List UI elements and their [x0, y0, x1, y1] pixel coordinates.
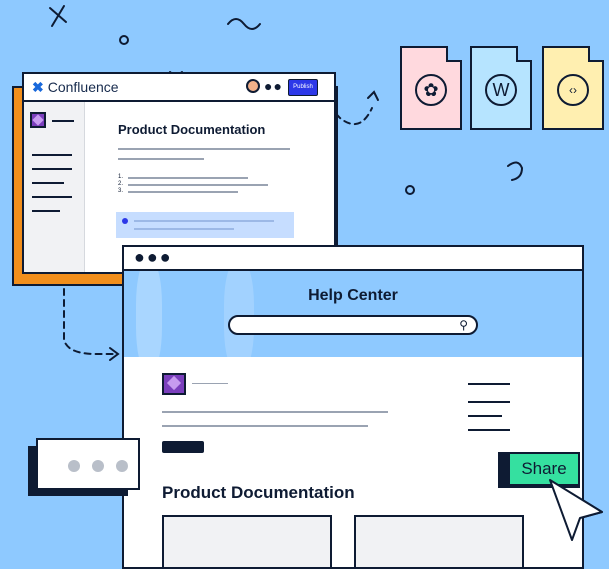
typing-dot-icon: [116, 460, 128, 472]
list-line: [128, 191, 238, 193]
publish-button[interactable]: Publish: [288, 79, 318, 96]
sidebar-line: [32, 196, 72, 198]
text-line: [118, 158, 204, 160]
circle-doodle-2: [405, 185, 415, 195]
cross-doodle: [49, 5, 67, 27]
doc-section-title: Product Documentation: [162, 483, 355, 502]
confluence-logo-icon: ✖: [32, 79, 44, 95]
confluence-topbar: ✖ Confluence ●● Publish: [24, 74, 334, 102]
help-center-topbar: ●●●: [124, 247, 582, 271]
arc-doodle: [507, 161, 524, 181]
menu-line: [468, 383, 510, 385]
pdf-badge-icon: ✿: [415, 74, 447, 106]
code-badge-icon: ‹›: [557, 74, 589, 106]
help-center-hero: Help Center ⚲: [124, 271, 582, 357]
code-file-icon: ‹›: [542, 46, 604, 130]
window-dots-icon: ●●●: [134, 247, 173, 267]
confluence-brand: ✖ Confluence: [32, 79, 119, 96]
page-title: Product Documentation: [118, 122, 266, 137]
connector-arrow-head: [367, 90, 379, 101]
circle-doodle-1: [119, 35, 129, 45]
callout-line: [134, 220, 274, 222]
callout-line: [134, 228, 234, 230]
article-card[interactable]: [354, 515, 524, 567]
menu-line: [468, 429, 510, 431]
hero-wave: [224, 271, 254, 357]
typing-dot-icon: [92, 460, 104, 472]
word-badge-icon: W: [485, 74, 517, 106]
info-callout: [116, 212, 294, 238]
typing-dot-icon: [68, 460, 80, 472]
confluence-window: ✖ Confluence ●● Publish Product Documenta…: [22, 72, 336, 274]
search-icon[interactable]: ⚲: [459, 318, 468, 332]
callout-dot-icon: [122, 218, 128, 224]
sidebar-line: [32, 168, 72, 170]
text-line: [162, 425, 368, 427]
confluence-sidebar: [24, 102, 85, 272]
sidebar-line: [32, 154, 72, 156]
chat-bubble[interactable]: [36, 438, 140, 490]
text-line: [118, 148, 290, 150]
word-file-icon: W: [470, 46, 532, 130]
menu-line: [468, 415, 502, 417]
list-number: 2.: [118, 181, 124, 187]
sidebar-line: [32, 182, 64, 184]
text-line: [192, 383, 228, 384]
tag-pill[interactable]: [162, 441, 204, 453]
sidebar-line: [52, 120, 74, 122]
list-line: [128, 177, 248, 179]
list-number: 3.: [118, 188, 124, 194]
more-options-icon[interactable]: ●●: [264, 79, 283, 93]
squiggle-doodle: [227, 18, 261, 30]
menu-line: [468, 401, 510, 403]
space-logo-icon[interactable]: [30, 112, 46, 128]
search-input[interactable]: ⚲: [228, 315, 478, 335]
help-center-title: Help Center: [308, 287, 398, 304]
sidebar-line: [32, 210, 60, 212]
help-center-window: ●●● Help Center ⚲ Product Documentation: [122, 245, 584, 569]
article-card[interactable]: [162, 515, 332, 567]
confluence-brand-label: Confluence: [47, 79, 119, 95]
share-button[interactable]: Share: [508, 452, 580, 486]
list-number: 1.: [118, 174, 124, 180]
hero-wave: [136, 271, 162, 357]
list-line: [128, 184, 268, 186]
pdf-file-icon: ✿: [400, 46, 462, 130]
space-logo-icon[interactable]: [162, 373, 186, 395]
avatar[interactable]: [246, 79, 260, 93]
text-line: [162, 411, 388, 413]
